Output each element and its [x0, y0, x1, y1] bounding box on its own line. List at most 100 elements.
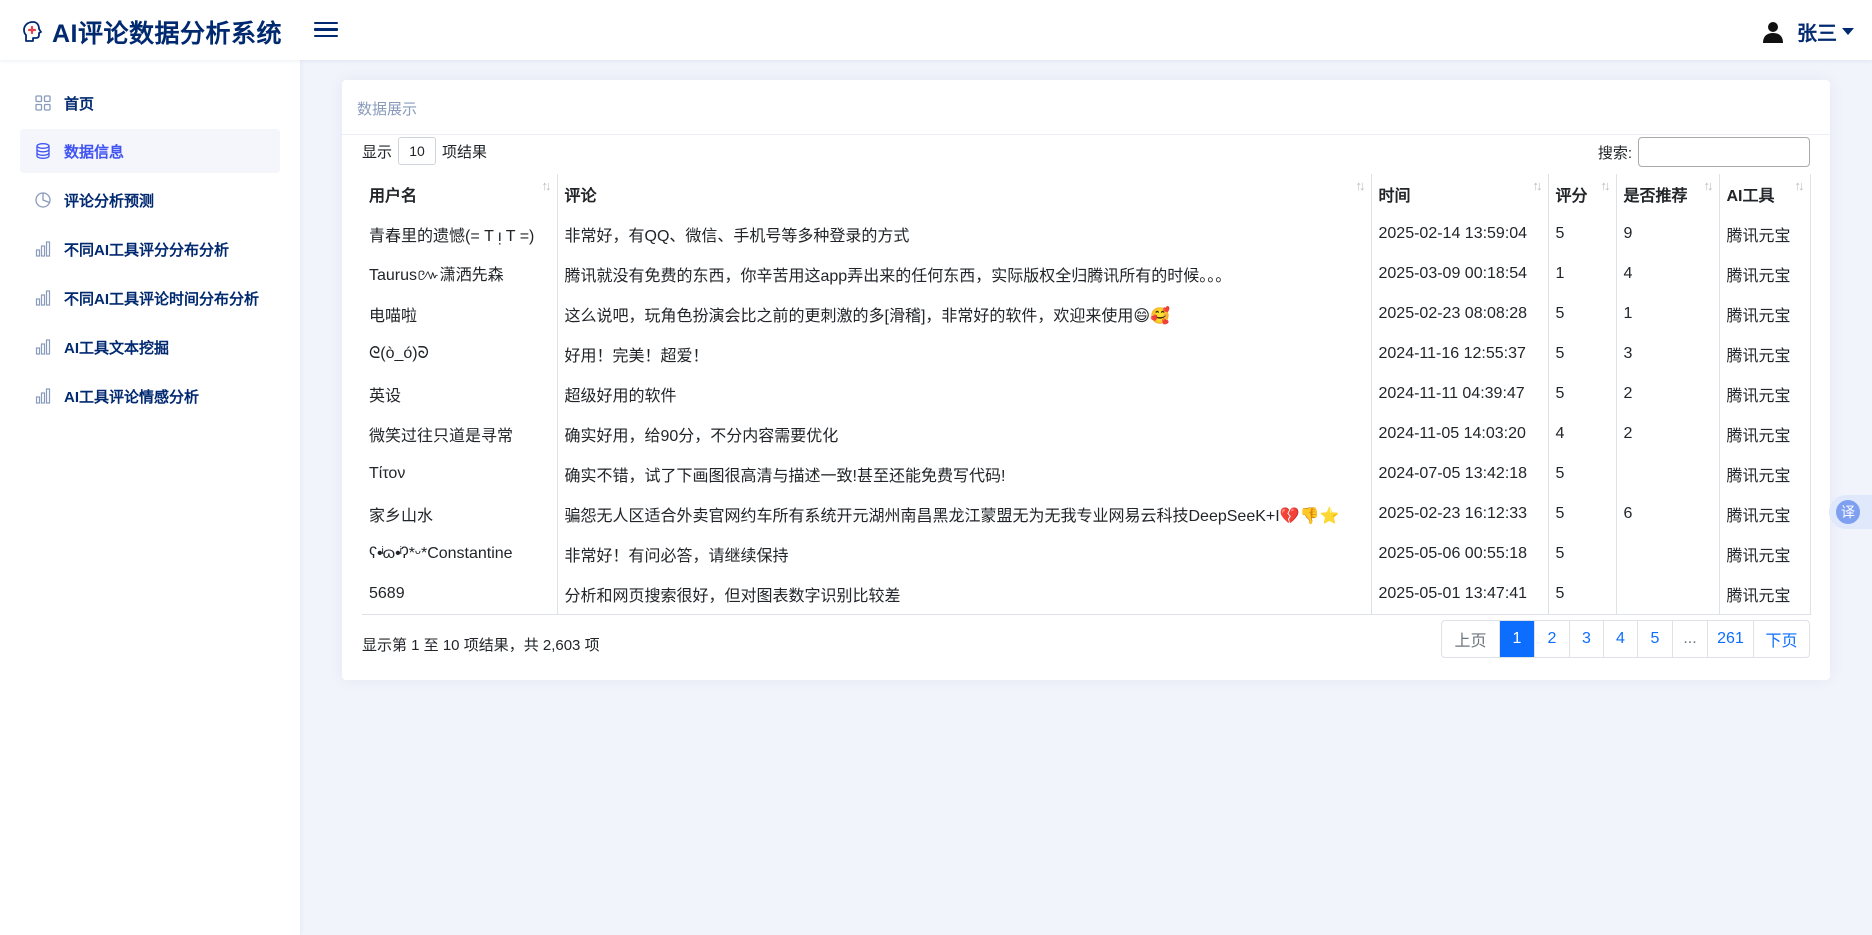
- translate-button[interactable]: 译: [1829, 495, 1872, 529]
- table-row: 青春里的遗憾(= T ᴉ T =) 非常好，有QQ、微信、手机号等多种登录的方式 2…: [362, 214, 1811, 254]
- cell-time: 2025-02-23 16:12:33: [1371, 494, 1549, 534]
- cell-ai-tool: 腾讯元宝: [1719, 534, 1811, 574]
- cell-ai-tool: 腾讯元宝: [1719, 574, 1811, 615]
- cell-time: 2025-03-09 00:18:54: [1371, 254, 1549, 294]
- table-row: ʕ•ͥɷ•ͥʔ*ᵕ*Constantine 非常好！有问必答，请继续保持 2025-…: [362, 534, 1811, 574]
- cell-rating: 5: [1548, 574, 1617, 615]
- cell-time: 2025-02-23 08:08:28: [1371, 294, 1549, 334]
- cell-time: 2025-05-01 13:47:41: [1371, 574, 1549, 615]
- sidebar-item-comment-prediction[interactable]: 评论分析预测: [20, 178, 280, 222]
- sort-icon: ↑↓: [1703, 178, 1714, 193]
- page-button-3[interactable]: 3: [1569, 621, 1603, 657]
- user-menu[interactable]: 张三: [1761, 17, 1854, 46]
- page-button-261[interactable]: 261: [1707, 621, 1753, 657]
- cell-username: Tίτον: [362, 454, 558, 494]
- column-header-comment[interactable]: 评论 ↑↓: [557, 174, 1372, 214]
- cell-time: 2024-11-05 14:03:20: [1371, 414, 1549, 454]
- table-row: ᘓ(ò_ó)ᘐ 好用！完美！超爱！ 2024-11-16 12:55:37 5 3 腾讯元…: [362, 334, 1811, 374]
- column-header-rating[interactable]: 评分 ↑↓: [1548, 174, 1617, 214]
- cell-recommend: 9: [1616, 214, 1720, 254]
- sidebar-item-label: AI工具文本挖掘: [64, 339, 170, 357]
- column-header-username[interactable]: 用户名 ↑↓: [362, 174, 558, 214]
- length-suffix: 项结果: [442, 143, 488, 161]
- sidebar-item-text-mining[interactable]: AI工具文本挖掘: [20, 325, 280, 369]
- cell-rating: 5: [1548, 294, 1617, 334]
- table-row: 微笑过往只道是寻常 确实好用，给90分，不分内容需要优化 2024-11-05 14…: [362, 414, 1811, 454]
- cell-recommend: 3: [1616, 334, 1720, 374]
- cell-comment: 骗怨无人区适合外卖官网约车所有系统开元湖州南昌黑龙江蒙盟无为无我专业网易云科技D…: [557, 494, 1372, 534]
- data-card: 数据展示 显示 10 项结果 搜索: 用户名 ↑↓ 评论 ↑↓ 时间 ↑↓ 评分 ↑↓ …: [342, 80, 1830, 680]
- page-ellipsis: ...: [1672, 621, 1707, 657]
- menu-toggle-button[interactable]: [314, 18, 338, 42]
- cell-ai-tool: 腾讯元宝: [1719, 254, 1811, 294]
- page-button-5[interactable]: 5: [1637, 621, 1672, 657]
- sort-icon: ↑↓: [1532, 178, 1543, 193]
- chevron-down-icon: [1842, 28, 1854, 35]
- table-header-row: 用户名 ↑↓ 评论 ↑↓ 时间 ↑↓ 评分 ↑↓ 是否推荐 ↑↓ AI工具 ↑↓: [362, 174, 1811, 214]
- page-button-4[interactable]: 4: [1603, 621, 1637, 657]
- app-title: AI评论数据分析系统: [52, 20, 283, 48]
- length-prefix: 显示: [362, 143, 393, 161]
- cell-recommend: 6: [1616, 494, 1720, 534]
- grid-icon: [35, 95, 51, 111]
- cell-comment: 分析和网页搜索很好，但对图表数字识别比较差: [557, 574, 1372, 615]
- page-button-2[interactable]: 2: [1534, 621, 1569, 657]
- cell-recommend: 4: [1616, 254, 1720, 294]
- cell-recommend: 2: [1616, 374, 1720, 414]
- cell-username: 青春里的遗憾(= T ᴉ T =): [362, 214, 558, 254]
- cell-rating: 5: [1548, 494, 1617, 534]
- page-length-select[interactable]: 10: [398, 137, 437, 165]
- table-row: 电喵啦 这么说吧，玩角色扮演会比之前的更刺激的多[滑稽]，非常好的软件，欢迎来使用…: [362, 294, 1811, 334]
- bar-chart-icon: [35, 388, 51, 404]
- search-control: 搜索:: [1598, 136, 1810, 168]
- column-header-time[interactable]: 时间 ↑↓: [1371, 174, 1549, 214]
- search-input[interactable]: [1638, 137, 1810, 167]
- table-row: Tίτον 确实不错，试了下画图很高清与描述一致!甚至还能免费写代码! 2024-0…: [362, 454, 1811, 494]
- column-header-recommend[interactable]: 是否推荐 ↑↓: [1616, 174, 1720, 214]
- next-page-button[interactable]: 下页: [1753, 621, 1809, 657]
- pagination: 上页 1 2 3 4 5 ... 261 下页: [1441, 620, 1810, 658]
- table-row: Taurus៚潇洒先森 腾讯就没有免费的东西，你辛苦用这app弄出来的任何东西，实…: [362, 254, 1811, 294]
- cell-comment: 好用！完美！超爱！: [557, 334, 1372, 374]
- sort-icon: ↑↓: [1600, 178, 1611, 193]
- sidebar-item-rating-distribution[interactable]: 不同AI工具评分分布分析: [20, 227, 280, 271]
- cell-comment: 确实好用，给90分，不分内容需要优化: [557, 414, 1372, 454]
- sidebar-item-data-info[interactable]: 数据信息: [20, 129, 280, 173]
- data-table: 用户名 ↑↓ 评论 ↑↓ 时间 ↑↓ 评分 ↑↓ 是否推荐 ↑↓ AI工具 ↑↓ 青春里的遗…: [362, 174, 1811, 615]
- cell-time: 2024-11-11 04:39:47: [1371, 374, 1549, 414]
- sort-icon: ↑↓: [1794, 178, 1805, 193]
- sidebar-item-home[interactable]: 首页: [20, 81, 280, 125]
- sort-icon: ↑↓: [1355, 178, 1366, 193]
- cell-comment: 非常好！有问必答，请继续保持: [557, 534, 1372, 574]
- cell-rating: 4: [1548, 414, 1617, 454]
- table-row: 英设 超级好用的软件 2024-11-11 04:39:47 5 2 腾讯元宝: [362, 374, 1811, 414]
- cell-time: 2024-11-16 12:55:37: [1371, 334, 1549, 374]
- brand[interactable]: AI评论数据分析系统: [20, 14, 282, 50]
- top-bar: AI评论数据分析系统 张三: [0, 0, 1872, 60]
- cell-recommend: [1616, 574, 1720, 615]
- cell-comment: 腾讯就没有免费的东西，你辛苦用这app弄出来的任何东西，实际版权全归腾讯所有的时…: [557, 254, 1372, 294]
- cell-comment: 非常好，有QQ、微信、手机号等多种登录的方式: [557, 214, 1372, 254]
- cell-username: 5689: [362, 574, 558, 615]
- cell-rating: 5: [1548, 214, 1617, 254]
- column-header-ai-tool[interactable]: AI工具 ↑↓: [1719, 174, 1811, 214]
- cell-username: ʕ•ͥɷ•ͥʔ*ᵕ*Constantine: [362, 534, 558, 574]
- sidebar-item-sentiment-analysis[interactable]: AI工具评论情感分析: [20, 374, 280, 418]
- cell-rating: 5: [1548, 334, 1617, 374]
- cell-recommend: 1: [1616, 294, 1720, 334]
- cell-rating: 5: [1548, 534, 1617, 574]
- table-row: 家乡山水 骗怨无人区适合外卖官网约车所有系统开元湖州南昌黑龙江蒙盟无为无我专业网易…: [362, 494, 1811, 534]
- cell-username: ᘓ(ò_ó)ᘐ: [362, 334, 558, 374]
- search-label: 搜索:: [1597, 144, 1632, 162]
- cell-time: 2025-02-14 13:59:04: [1371, 214, 1549, 254]
- cell-ai-tool: 腾讯元宝: [1719, 494, 1811, 534]
- cell-username: 微笑过往只道是寻常: [362, 414, 558, 454]
- cell-username: 电喵啦: [362, 294, 558, 334]
- page-button-1[interactable]: 1: [1499, 621, 1534, 657]
- sidebar-item-time-distribution[interactable]: 不同AI工具评论时间分布分析: [20, 276, 280, 320]
- sidebar-item-label: AI工具评论情感分析: [64, 388, 200, 406]
- card-title: 数据展示: [357, 101, 418, 118]
- prev-page-button[interactable]: 上页: [1442, 621, 1499, 657]
- bar-chart-icon: [35, 290, 51, 306]
- cell-ai-tool: 腾讯元宝: [1719, 214, 1811, 254]
